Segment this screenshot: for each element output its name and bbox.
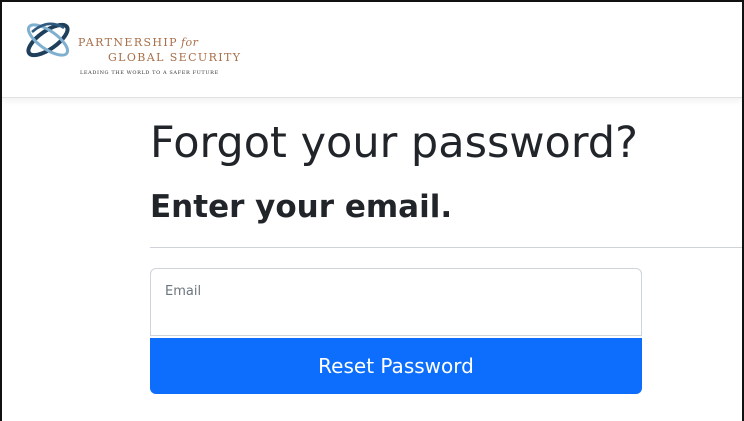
logo-tagline: LEADING THE WORLD TO A SAFER FUTURE bbox=[80, 70, 219, 76]
page-subtitle: Enter your email. bbox=[150, 189, 453, 225]
email-field[interactable]: Email bbox=[150, 268, 642, 336]
logo-text-line2: GLOBAL SECURITY bbox=[108, 51, 242, 64]
browser-viewport: PARTNERSHIP for GLOBAL SECURITY LEADING T… bbox=[0, 0, 744, 421]
page-title: Forgot your password? bbox=[150, 118, 638, 168]
email-input[interactable] bbox=[164, 305, 628, 331]
site-header: PARTNERSHIP for GLOBAL SECURITY LEADING T… bbox=[2, 2, 742, 98]
divider bbox=[150, 247, 742, 248]
email-label: Email bbox=[165, 284, 202, 299]
logo-text-line1: PARTNERSHIP for bbox=[78, 36, 199, 49]
globe-logo-icon bbox=[26, 22, 70, 58]
reset-password-button[interactable]: Reset Password bbox=[150, 338, 642, 394]
site-logo[interactable]: PARTNERSHIP for GLOBAL SECURITY LEADING T… bbox=[18, 10, 288, 86]
